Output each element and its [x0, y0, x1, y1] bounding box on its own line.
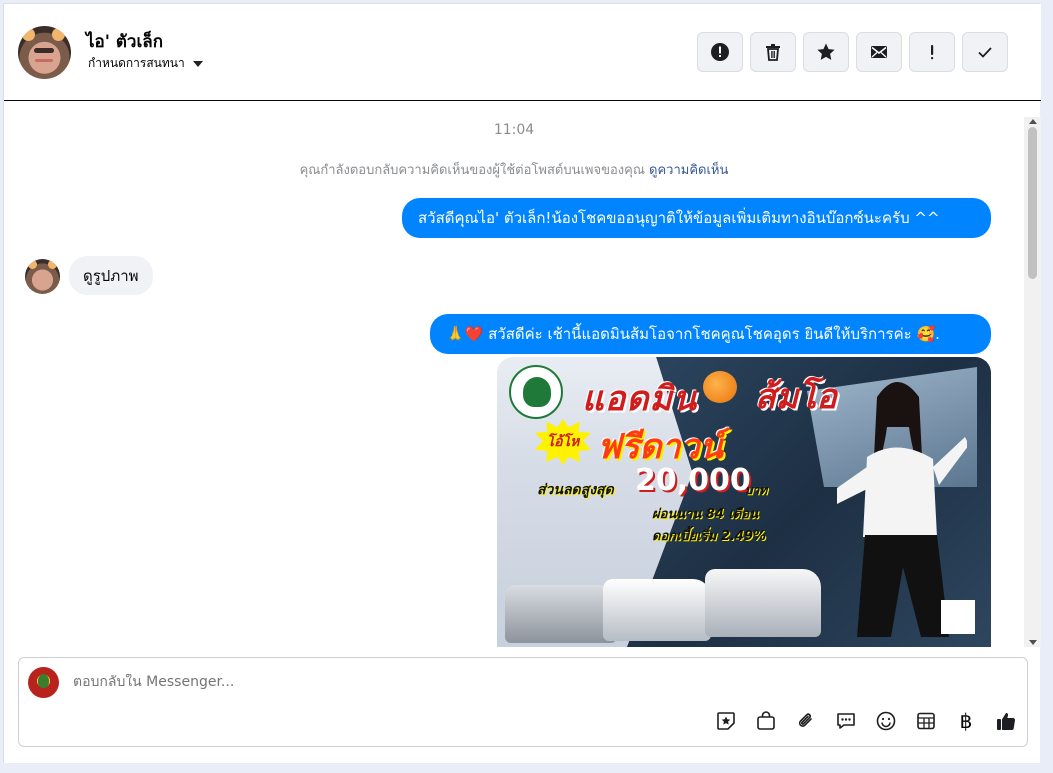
- composer-toolbar: ฿: [713, 708, 1019, 734]
- message-bubble-outgoing[interactable]: สวัสดีคุณไอ' ตัวเล็ก!น้องโชคขออนุญาติให้…: [402, 198, 991, 238]
- scroll-up-arrow-icon[interactable]: [1029, 119, 1037, 124]
- baht-icon: ฿: [959, 709, 973, 733]
- check-icon: [978, 47, 992, 58]
- promo-image[interactable]: แอดมิน ส้มโอ โอ้โห ฟรีดาวน์ ส่วนลดสูงสุด…: [497, 357, 991, 647]
- message-bubble-outgoing[interactable]: 🙏❤️ สวัสดีค่ะ เช้านี้แอดมินส้มโอจากโชคคู…: [430, 314, 991, 354]
- sticker-button[interactable]: [713, 708, 739, 734]
- spam-button[interactable]: [909, 32, 955, 72]
- car-truck-graphic: [705, 569, 821, 637]
- contact-name[interactable]: ไอ' ตัวเล็ก: [86, 28, 163, 55]
- done-button[interactable]: [962, 32, 1008, 72]
- page-avatar: [28, 667, 59, 698]
- star-icon: [817, 43, 835, 60]
- orange-icon: [703, 371, 737, 403]
- promo-discount-label: ส่วนลดสูงสุด: [537, 482, 614, 498]
- star-button[interactable]: [803, 32, 849, 72]
- reply-input[interactable]: [73, 674, 673, 690]
- sticker-icon: [717, 712, 735, 730]
- conversation-schedule-dropdown[interactable]: กำหนดการสนทนา: [88, 54, 203, 73]
- attach-button[interactable]: [793, 708, 819, 734]
- car-pickup-graphic: [603, 579, 711, 641]
- saved-replies-button[interactable]: [833, 708, 859, 734]
- conversation-header: ไอ' ตัวเล็ก กำหนดการสนทนา: [4, 4, 1041, 101]
- message-timestamp: 11:04: [493, 122, 535, 138]
- conversation-schedule-label: กำหนดการสนทนา: [88, 56, 185, 70]
- scroll-down-arrow-icon[interactable]: [1029, 640, 1037, 645]
- paperclip-icon: [798, 713, 812, 727]
- promo-discount-value: 20,000: [635, 463, 751, 498]
- like-thumb-icon: [997, 713, 1016, 730]
- reply-composer: ฿: [18, 657, 1028, 747]
- mark-unread-button[interactable]: [856, 32, 902, 72]
- emoji-icon: [876, 711, 896, 731]
- shop-button[interactable]: [753, 708, 779, 734]
- scrollbar-thumb[interactable]: [1028, 127, 1037, 279]
- promo-burst-label: โอ้โห: [546, 434, 580, 450]
- caret-down-icon: [192, 60, 203, 67]
- emoji-button[interactable]: [873, 708, 899, 734]
- appointment-button[interactable]: [913, 708, 939, 734]
- header-actions: [697, 32, 1008, 72]
- contact-avatar-small[interactable]: [25, 259, 60, 294]
- contact-avatar[interactable]: [18, 26, 71, 79]
- dealer-logo: [509, 365, 563, 419]
- view-comment-link[interactable]: ดูความคิดเห็น: [649, 163, 728, 178]
- delete-button[interactable]: [750, 32, 796, 72]
- shop-bag-icon: [757, 711, 775, 730]
- message-thread: 11:04 คุณกำลังตอบกลับความคิดเห็นของผู้ใช…: [4, 102, 1024, 650]
- conversation-panel: ไอ' ตัวเล็ก กำหนดการสนทนา 11:04 คุณกำลัง…: [3, 3, 1041, 763]
- qr-code: [941, 600, 975, 634]
- notice-text: คุณกำลังตอบกลับความคิดเห็นของผู้ใช้ต่อโพ…: [299, 163, 645, 178]
- exclamation-icon: [931, 45, 934, 60]
- promo-currency: บาท: [745, 483, 768, 497]
- envelope-icon: [871, 46, 887, 58]
- promo-burst-badge: โอ้โห: [535, 419, 591, 465]
- chat-bubble-icon: [837, 713, 855, 729]
- trash-icon: [766, 44, 780, 61]
- reply-context-notice: คุณกำลังตอบกลับความคิดเห็นของผู้ใช้ต่อโพ…: [4, 159, 1024, 180]
- car-sedan-graphic: [505, 585, 617, 643]
- promo-term: ผ่อนนาน 84 เดือน: [652, 507, 759, 522]
- promo-title-left: แอดมิน: [582, 379, 698, 419]
- message-bubble-incoming[interactable]: ดูรูปภาพ: [69, 256, 153, 295]
- promo-rate: ดอกเบี้ยเริ่ม 2.49%: [652, 529, 767, 544]
- alert-circle-icon: [711, 43, 729, 61]
- like-button[interactable]: [993, 708, 1019, 734]
- thread-scrollbar[interactable]: [1024, 117, 1041, 647]
- payment-button[interactable]: ฿: [953, 708, 979, 734]
- promo-title-right: ส้มโอ: [755, 377, 837, 417]
- report-button[interactable]: [697, 32, 743, 72]
- table-icon: [917, 712, 935, 730]
